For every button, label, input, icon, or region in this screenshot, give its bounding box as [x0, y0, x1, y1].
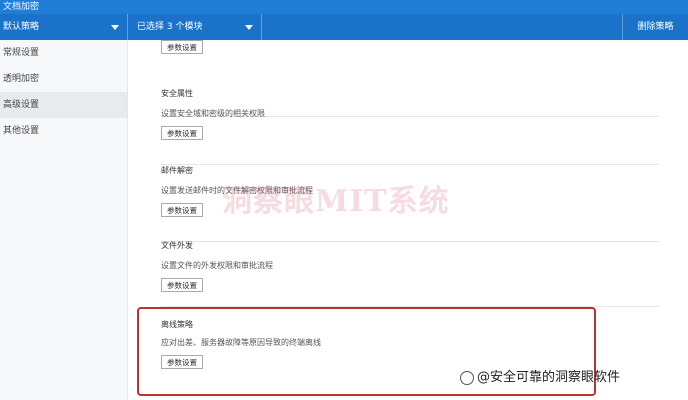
sidebar-item-general[interactable]: 常规设置: [0, 40, 127, 66]
chevron-down-icon: [245, 25, 253, 30]
section-title: 文件外发: [161, 241, 193, 250]
toolbar: 默认策略 已选择 3 个模块 删除策略: [0, 14, 688, 40]
strategy-select[interactable]: 默认策略: [0, 14, 128, 40]
section-title: 安全属性: [161, 89, 193, 98]
section-description: 设置安全域和密级的相关权限: [161, 109, 265, 118]
sidebar-item-advanced[interactable]: 高级设置: [0, 92, 127, 118]
sidebar: 常规设置 透明加密 高级设置 其他设置: [0, 40, 128, 400]
watermark-text: 洞察眼MIT系统: [222, 184, 450, 219]
window-titlebar: 文档加密: [0, 0, 688, 14]
sidebar-item-label: 透明加密: [3, 74, 40, 84]
strategy-select-value: 默认策略: [3, 22, 40, 32]
sidebar-item-label: 高级设置: [3, 100, 40, 110]
settings-section-security: 安全属性 设置安全域和密级的相关权限 参数设置: [161, 88, 659, 165]
source-watermark-text: @安全可靠的洞察眼软件: [477, 370, 621, 385]
param-settings-button[interactable]: 参数设置: [161, 40, 203, 54]
sidebar-item-other[interactable]: 其他设置: [0, 118, 127, 144]
sidebar-item-label: 其他设置: [3, 126, 40, 136]
chevron-down-icon: [111, 25, 119, 30]
param-settings-button[interactable]: 参数设置: [161, 126, 203, 140]
source-watermark: @安全可靠的洞察眼软件: [460, 366, 620, 385]
settings-section-file-outgoing: 文件外发 设置文件的外发权限和审批流程 参数设置: [161, 240, 659, 307]
sidebar-item-transparent-encryption[interactable]: 透明加密: [0, 66, 127, 92]
param-settings-button[interactable]: 参数设置: [161, 278, 203, 292]
param-settings-button[interactable]: 参数设置: [161, 203, 203, 217]
module-select[interactable]: 已选择 3 个模块: [130, 14, 262, 40]
sidebar-item-label: 常规设置: [3, 48, 40, 58]
section-description: 设置文件的外发权限和审批流程: [161, 261, 273, 270]
delete-strategy-label: 删除策略: [637, 22, 674, 32]
logo-icon: [460, 370, 474, 385]
window-title: 文档加密: [3, 2, 40, 12]
section-title: 邮件解密: [161, 166, 193, 175]
delete-strategy-button[interactable]: 删除策略: [622, 14, 688, 40]
module-select-value: 已选择 3 个模块: [137, 22, 203, 32]
